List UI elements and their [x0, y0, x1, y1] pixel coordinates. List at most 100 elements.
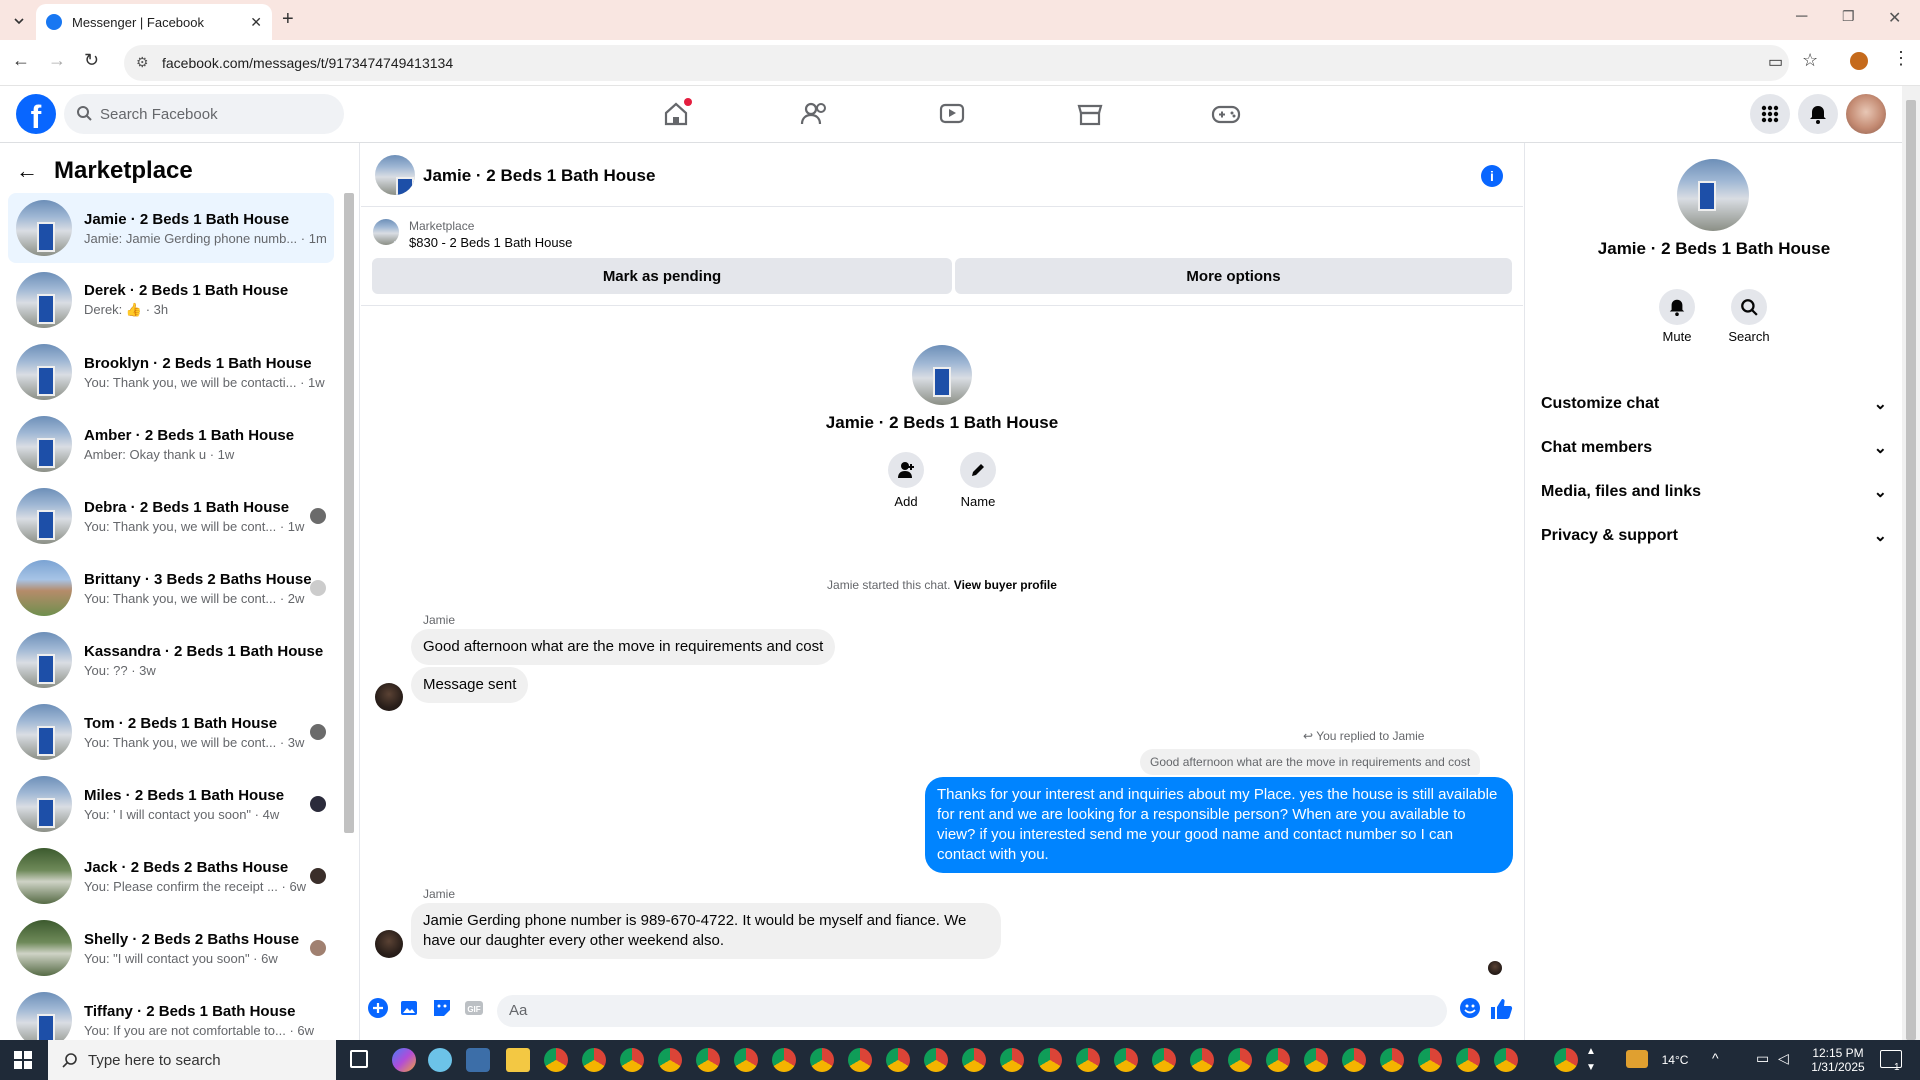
- back-icon[interactable]: ←: [12, 50, 30, 71]
- view-buyer-profile-link[interactable]: View buyer profile: [954, 578, 1057, 592]
- chat-avatar[interactable]: [375, 155, 415, 195]
- photo-icon[interactable]: [399, 997, 421, 1019]
- home-icon[interactable]: [658, 96, 694, 132]
- chrome-icon[interactable]: [1228, 1048, 1252, 1072]
- chrome-icon[interactable]: [772, 1048, 796, 1072]
- tray-chevron-icon[interactable]: ^: [1712, 1050, 1719, 1066]
- info-icon[interactable]: i: [1481, 165, 1503, 187]
- clock[interactable]: 12:15 PM 1/31/2025: [1798, 1046, 1878, 1074]
- account-avatar[interactable]: [1846, 94, 1886, 134]
- chrome-icon[interactable]: [1456, 1048, 1480, 1072]
- marketplace-listing-bar[interactable]: Marketplace $830 - 2 Beds 1 Bath House: [373, 219, 572, 250]
- weather-icon[interactable]: [1626, 1050, 1648, 1068]
- conversation-item[interactable]: Derek · 2 Beds 1 Bath House Derek: 👍 · 3h: [8, 265, 334, 335]
- media-files-links-section[interactable]: Media, files and links ⌄: [1541, 472, 1887, 512]
- facebook-logo[interactable]: f: [16, 94, 56, 134]
- conversation-item[interactable]: Amber · 2 Beds 1 Bath House Amber: Okay t…: [8, 409, 334, 479]
- conversation-item[interactable]: Miles · 2 Beds 1 Bath House You: ' I will…: [8, 769, 334, 839]
- conversation-item[interactable]: Kassandra · 2 Beds 1 Bath House You: ?? ·…: [8, 625, 334, 695]
- chat-title[interactable]: Jamie · 2 Beds 1 Bath House: [423, 166, 655, 186]
- browser-menu-icon[interactable]: ⋮: [1892, 48, 1910, 69]
- close-window-icon[interactable]: ✕: [1888, 8, 1901, 28]
- chrome-icon[interactable]: [886, 1048, 910, 1072]
- conversation-item[interactable]: Jack · 2 Beds 2 Baths House You: Please c…: [8, 841, 334, 911]
- chrome-icon[interactable]: [1038, 1048, 1062, 1072]
- back-arrow-icon[interactable]: ←: [16, 158, 38, 184]
- gaming-icon[interactable]: [1208, 96, 1244, 132]
- chrome-icon[interactable]: [1554, 1048, 1578, 1072]
- task-view-icon[interactable]: [350, 1050, 368, 1068]
- chrome-icon[interactable]: [1304, 1048, 1328, 1072]
- restore-icon[interactable]: ❐: [1842, 8, 1855, 25]
- chrome-icon[interactable]: [658, 1048, 682, 1072]
- chrome-icon[interactable]: [696, 1048, 720, 1072]
- temperature[interactable]: 14°C: [1652, 1053, 1698, 1067]
- search-in-chat-button[interactable]: [1731, 289, 1767, 325]
- more-options-button[interactable]: More options: [955, 258, 1512, 294]
- address-bar[interactable]: ⚙ facebook.com/messages/t/91734747494131…: [124, 45, 1789, 81]
- mark-as-pending-button[interactable]: Mark as pending: [372, 258, 952, 294]
- chrome-icon[interactable]: [1190, 1048, 1214, 1072]
- sticker-icon[interactable]: [431, 997, 453, 1019]
- plus-icon[interactable]: [367, 997, 389, 1019]
- message-input[interactable]: Aa: [497, 995, 1447, 1027]
- chrome-icon[interactable]: [1076, 1048, 1100, 1072]
- chrome-icon[interactable]: [582, 1048, 606, 1072]
- incoming-message[interactable]: Message sent: [411, 667, 529, 703]
- outgoing-message[interactable]: Thanks for your interest and inquiries a…: [925, 777, 1513, 873]
- emoji-icon[interactable]: [1459, 997, 1481, 1019]
- conversation-item[interactable]: Brittany · 3 Beds 2 Baths House You: Than…: [8, 553, 334, 623]
- windows-start-icon[interactable]: [14, 1051, 32, 1069]
- chrome-icon[interactable]: [924, 1048, 948, 1072]
- facebook-search-input[interactable]: Search Facebook: [64, 94, 344, 134]
- new-tab-icon[interactable]: +: [282, 8, 294, 31]
- add-person-button[interactable]: [888, 452, 924, 488]
- friends-icon[interactable]: [796, 96, 832, 132]
- customize-chat-section[interactable]: Customize chat ⌄: [1541, 384, 1887, 424]
- taskbar-scroll-arrows-icon[interactable]: ▲ ▼: [1586, 1044, 1596, 1076]
- like-icon[interactable]: [1489, 997, 1515, 1023]
- marketplace-icon[interactable]: [1072, 96, 1108, 132]
- conversation-item[interactable]: Tiffany · 2 Beds 1 Bath House You: If you…: [8, 985, 334, 1040]
- chrome-icon[interactable]: [544, 1048, 568, 1072]
- taskbar-search-box[interactable]: Type here to search: [48, 1040, 336, 1080]
- profile-icon[interactable]: [1850, 52, 1868, 70]
- incoming-message[interactable]: Jamie Gerding phone number is 989-670-47…: [411, 903, 1001, 959]
- gif-icon[interactable]: GIF: [463, 997, 485, 1019]
- chrome-icon[interactable]: [1418, 1048, 1442, 1072]
- chrome-icon[interactable]: [1114, 1048, 1138, 1072]
- incoming-message[interactable]: Good afternoon what are the move in requ…: [411, 629, 836, 665]
- reload-icon[interactable]: ↻: [84, 50, 99, 71]
- browser-tab[interactable]: Messenger | Facebook ✕: [36, 4, 272, 40]
- forward-icon[interactable]: →: [48, 50, 66, 71]
- conversation-item[interactable]: Brooklyn · 2 Beds 1 Bath House You: Thank…: [8, 337, 334, 407]
- chrome-icon[interactable]: [1380, 1048, 1404, 1072]
- menu-grid-icon[interactable]: [1750, 94, 1790, 134]
- volume-icon[interactable]: ◁: [1778, 1050, 1789, 1067]
- chrome-icon[interactable]: [734, 1048, 758, 1072]
- chrome-icon[interactable]: [1342, 1048, 1366, 1072]
- notifications-bell-icon[interactable]: [1798, 94, 1838, 134]
- edit-name-button[interactable]: [960, 452, 996, 488]
- tab-search-icon[interactable]: [8, 10, 30, 32]
- quoted-message[interactable]: Good afternoon what are the move in requ…: [1140, 749, 1481, 775]
- copilot-icon[interactable]: [392, 1048, 416, 1072]
- conversation-list-scrollbar[interactable]: [344, 193, 354, 833]
- app-icon[interactable]: [428, 1048, 452, 1072]
- conversation-item[interactable]: Debra · 2 Beds 1 Bath House You: Thank yo…: [8, 481, 334, 551]
- mute-button[interactable]: [1659, 289, 1695, 325]
- video-icon[interactable]: [934, 96, 970, 132]
- app-icon[interactable]: [466, 1048, 490, 1072]
- page-scrollbar-thumb[interactable]: [1906, 100, 1916, 1040]
- chrome-icon[interactable]: [1494, 1048, 1518, 1072]
- privacy-support-section[interactable]: Privacy & support ⌄: [1541, 516, 1887, 556]
- chrome-icon[interactable]: [620, 1048, 644, 1072]
- chrome-icon[interactable]: [962, 1048, 986, 1072]
- file-explorer-icon[interactable]: [506, 1048, 530, 1072]
- bookmark-star-icon[interactable]: ☆: [1802, 50, 1818, 71]
- chrome-icon[interactable]: [848, 1048, 872, 1072]
- conversation-item[interactable]: Tom · 2 Beds 1 Bath House You: Thank you,…: [8, 697, 334, 767]
- site-info-icon[interactable]: ⚙: [136, 54, 149, 71]
- tab-close-icon[interactable]: ✕: [250, 14, 262, 31]
- network-icon[interactable]: ▭: [1756, 1050, 1769, 1067]
